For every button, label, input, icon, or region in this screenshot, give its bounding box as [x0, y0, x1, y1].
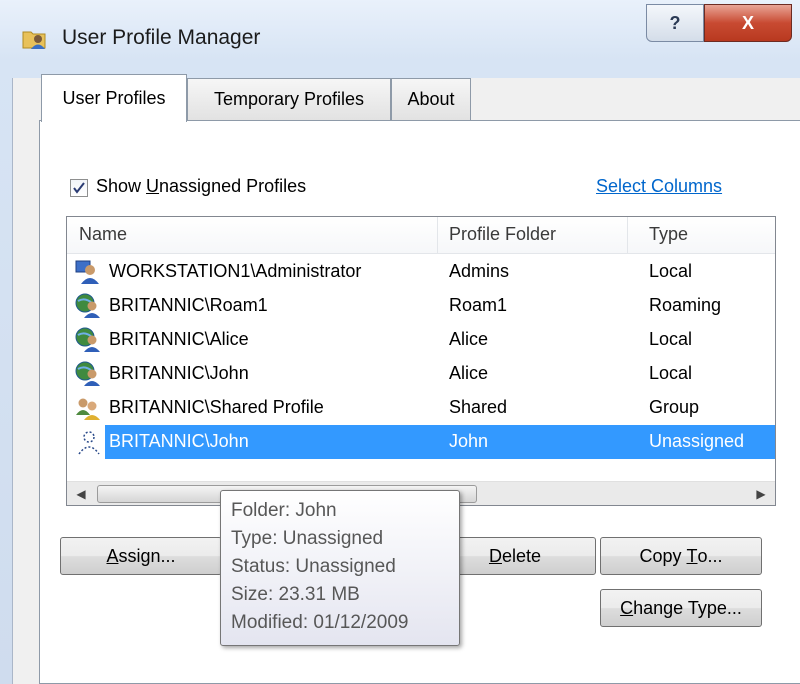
title-bar[interactable]: User Profile Manager ? X	[0, 0, 800, 78]
column-divider[interactable]	[437, 217, 438, 253]
column-header-type[interactable]: Type	[649, 224, 688, 245]
tab-label: About	[407, 89, 455, 109]
help-icon: ?	[669, 12, 681, 33]
table-row[interactable]: BRITANNIC\Shared Profile Shared Group	[67, 391, 775, 425]
row-type: Local	[649, 329, 693, 349]
row-folder: Admins	[449, 261, 510, 281]
tab-temporary-profiles[interactable]: Temporary Profiles	[187, 78, 391, 120]
row-folder: John	[449, 431, 489, 451]
unassigned-user-icon	[75, 429, 101, 455]
row-name: BRITANNIC\Alice	[109, 329, 249, 349]
domain-user-icon	[75, 361, 101, 387]
list-header: Name Profile Folder Type	[67, 217, 775, 254]
button-label: ssign...	[118, 545, 176, 566]
tab-about[interactable]: About	[391, 78, 471, 120]
row-name: BRITANNIC\Shared Profile	[109, 397, 324, 417]
assign-button[interactable]: Assign...	[60, 537, 222, 575]
row-name: WORKSTATION1\Administrator	[109, 261, 362, 281]
row-type: Group	[649, 397, 700, 417]
row-folder: Roam1	[449, 295, 508, 315]
tooltip-modified: Modified: 01/12/2009	[231, 612, 409, 633]
row-name: BRITANNIC\Roam1	[109, 295, 268, 315]
row-type: Local	[649, 261, 693, 281]
tab-label: User Profiles	[62, 88, 166, 108]
row-folder: Alice	[449, 329, 489, 349]
column-divider[interactable]	[627, 217, 628, 253]
group-user-icon	[75, 395, 101, 421]
button-label: o...	[697, 545, 723, 566]
change-type-button[interactable]: Change Type...	[600, 589, 762, 627]
row-type: Unassigned	[649, 431, 745, 451]
row-name: BRITANNIC\John	[109, 431, 249, 451]
checkmark-icon	[73, 182, 85, 194]
tooltip-type: Type: Unassigned	[231, 528, 384, 549]
table-row[interactable]: WORKSTATION1\Administrator Admins Local	[67, 255, 775, 289]
copy-to-button[interactable]: Copy To...	[600, 537, 762, 575]
column-header-profile-folder[interactable]: Profile Folder	[449, 224, 556, 245]
scroll-right-icon[interactable]: ▶	[749, 482, 773, 505]
show-unassigned-checkbox[interactable]	[70, 179, 88, 197]
label-text: Show	[96, 176, 147, 196]
row-name: BRITANNIC\John	[109, 363, 249, 383]
label-text: nassigned Profiles	[159, 176, 307, 196]
button-label: Copy	[639, 545, 687, 566]
access-key: T	[686, 545, 698, 566]
table-row[interactable]: BRITANNIC\Roam1 Roam1 Roaming	[67, 289, 775, 323]
select-columns-link[interactable]: Select Columns	[596, 176, 722, 197]
close-icon: X	[741, 12, 754, 33]
domain-user-icon	[75, 293, 101, 319]
label-access-key: U	[146, 176, 160, 196]
button-label: elete	[501, 545, 542, 566]
domain-user-icon	[75, 327, 101, 353]
table-row[interactable]: BRITANNIC\Alice Alice Local	[67, 323, 775, 357]
admin-user-icon	[75, 259, 101, 285]
button-label: hange Type...	[633, 597, 742, 618]
help-button[interactable]: ?	[646, 4, 704, 42]
column-header-name[interactable]: Name	[79, 224, 127, 245]
row-type: Local	[649, 363, 693, 383]
access-key: C	[620, 597, 634, 618]
user-profile-manager-icon	[22, 28, 48, 50]
window-frame: User Profile Manager ? X User Profiles T…	[0, 0, 800, 684]
window-title: User Profile Manager	[62, 26, 261, 49]
access-key: D	[488, 545, 502, 566]
table-row[interactable]: BRITANNIC\John Alice Local	[67, 357, 775, 391]
row-folder: Shared	[449, 397, 508, 417]
profiles-list[interactable]: Name Profile Folder Type WORKSTATION1\Ad…	[66, 216, 776, 506]
show-unassigned-label[interactable]: Show Unassigned Profiles	[96, 176, 306, 197]
row-type: Roaming	[649, 295, 722, 315]
tooltip-size: Size: 23.31 MB	[231, 584, 360, 605]
tab-label: Temporary Profiles	[213, 89, 365, 109]
tooltip-folder: Folder: John	[231, 500, 337, 521]
table-row-selected[interactable]: BRITANNIC\John John Unassigned	[67, 425, 775, 459]
close-button[interactable]: X	[704, 4, 792, 42]
scroll-left-icon[interactable]: ◀	[69, 482, 93, 505]
profile-tooltip: Folder: John Type: Unassigned Status: Un…	[220, 490, 460, 646]
tooltip-status: Status: Unassigned	[231, 556, 396, 577]
row-folder: Alice	[449, 363, 489, 383]
access-key: A	[106, 545, 119, 566]
tab-user-profiles[interactable]: User Profiles	[41, 74, 187, 122]
